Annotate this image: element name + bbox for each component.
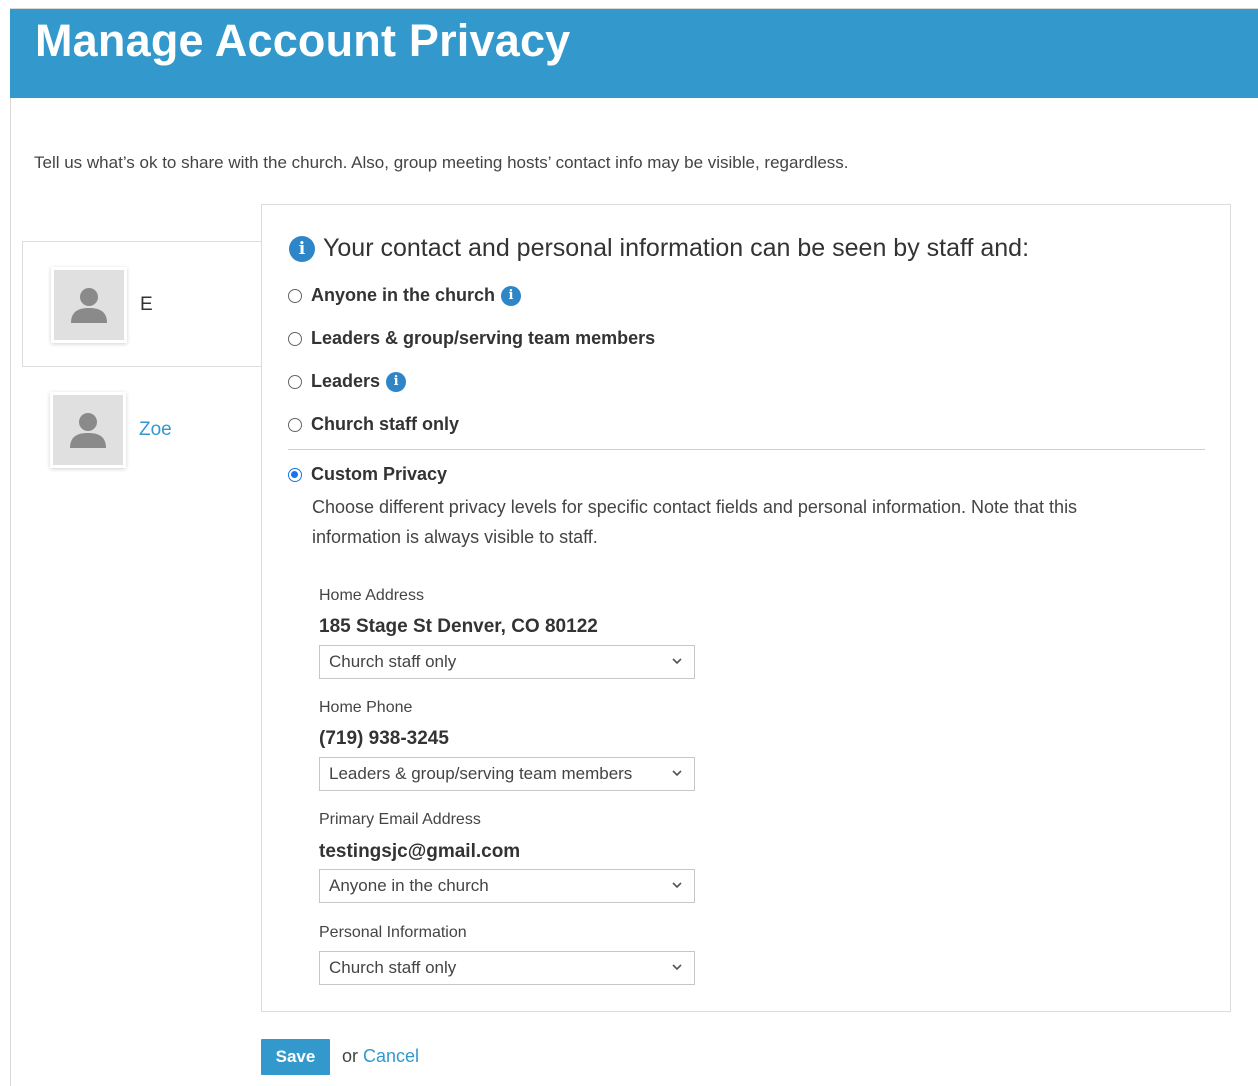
field-label-home-address: Home Address: [319, 587, 424, 604]
chevron-down-icon: [672, 882, 682, 889]
panel-title: i Your contact and personal information …: [289, 234, 1029, 263]
panel-title-text: Your contact and personal information ca…: [323, 234, 1030, 262]
person-item-zoe[interactable]: Zoe: [22, 367, 262, 492]
chevron-down-icon: [672, 770, 682, 777]
radio-leaders[interactable]: [288, 374, 302, 389]
privacy-panel: i Your contact and personal information …: [261, 204, 1231, 1012]
intro-text: Tell us what’s ok to share with the chur…: [34, 153, 849, 172]
info-icon[interactable]: i: [386, 371, 407, 392]
chevron-down-icon: [672, 964, 682, 971]
cancel-link[interactable]: Cancel: [363, 1046, 419, 1067]
or-text: or: [342, 1046, 359, 1066]
field-value-primary-email: testingsjc@gmail.com: [319, 841, 521, 862]
page-header: Manage Account Privacy: [10, 9, 1258, 98]
option-leaders[interactable]: Leaders i: [288, 371, 407, 392]
select-home-address-privacy[interactable]: Church staff only: [319, 645, 695, 679]
option-label: Church staff only: [311, 414, 460, 434]
person-item-e[interactable]: E: [22, 241, 262, 367]
field-value-home-address: 185 Stage St Denver, CO 80122: [319, 616, 598, 637]
field-value-home-phone: (719) 938-3245: [319, 728, 449, 749]
radio-church-staff[interactable]: [288, 417, 302, 432]
radio-anyone[interactable]: [288, 288, 302, 303]
avatar: [53, 395, 123, 465]
person-name-link[interactable]: Zoe: [139, 419, 172, 441]
field-label-primary-email: Primary Email Address: [319, 811, 481, 828]
option-anyone-in-church[interactable]: Anyone in the church i: [288, 285, 522, 306]
custom-privacy-description: Choose different privacy levels for spec…: [312, 497, 1078, 547]
option-label: Leaders: [311, 371, 381, 391]
person-name: E: [140, 294, 153, 315]
option-label: Anyone in the church: [311, 285, 496, 305]
radio-leaders-group[interactable]: [288, 331, 302, 346]
select-value: Church staff only: [329, 958, 457, 977]
select-primary-email-privacy[interactable]: Anyone in the church: [319, 869, 695, 903]
page-title: Manage Account Privacy: [35, 15, 571, 66]
select-value: Church staff only: [329, 652, 457, 671]
info-icon[interactable]: i: [501, 285, 522, 306]
person-silhouette-icon: [71, 288, 107, 323]
chevron-down-icon: [672, 658, 682, 665]
option-label: Leaders & group/serving team members: [311, 328, 656, 348]
divider: [288, 449, 1205, 450]
select-home-phone-privacy[interactable]: Leaders & group/serving team members: [319, 757, 695, 791]
select-personal-information-privacy[interactable]: Church staff only: [319, 951, 695, 985]
person-silhouette-icon: [70, 413, 106, 448]
option-church-staff-only[interactable]: Church staff only: [288, 414, 459, 435]
save-button[interactable]: Save: [261, 1039, 330, 1075]
people-list: E Zoe: [22, 241, 262, 492]
option-custom-privacy[interactable]: Custom Privacy: [288, 464, 447, 485]
option-leaders-group-members[interactable]: Leaders & group/serving team members: [288, 328, 655, 349]
info-icon: i: [289, 235, 315, 262]
option-label: Custom Privacy: [311, 464, 448, 484]
select-value: Anyone in the church: [329, 876, 489, 895]
radio-custom-privacy[interactable]: [288, 467, 302, 482]
select-value: Leaders & group/serving team members: [329, 764, 633, 783]
field-label-home-phone: Home Phone: [319, 699, 413, 716]
field-label-personal-information: Personal Information: [319, 924, 467, 941]
avatar: [54, 270, 124, 340]
